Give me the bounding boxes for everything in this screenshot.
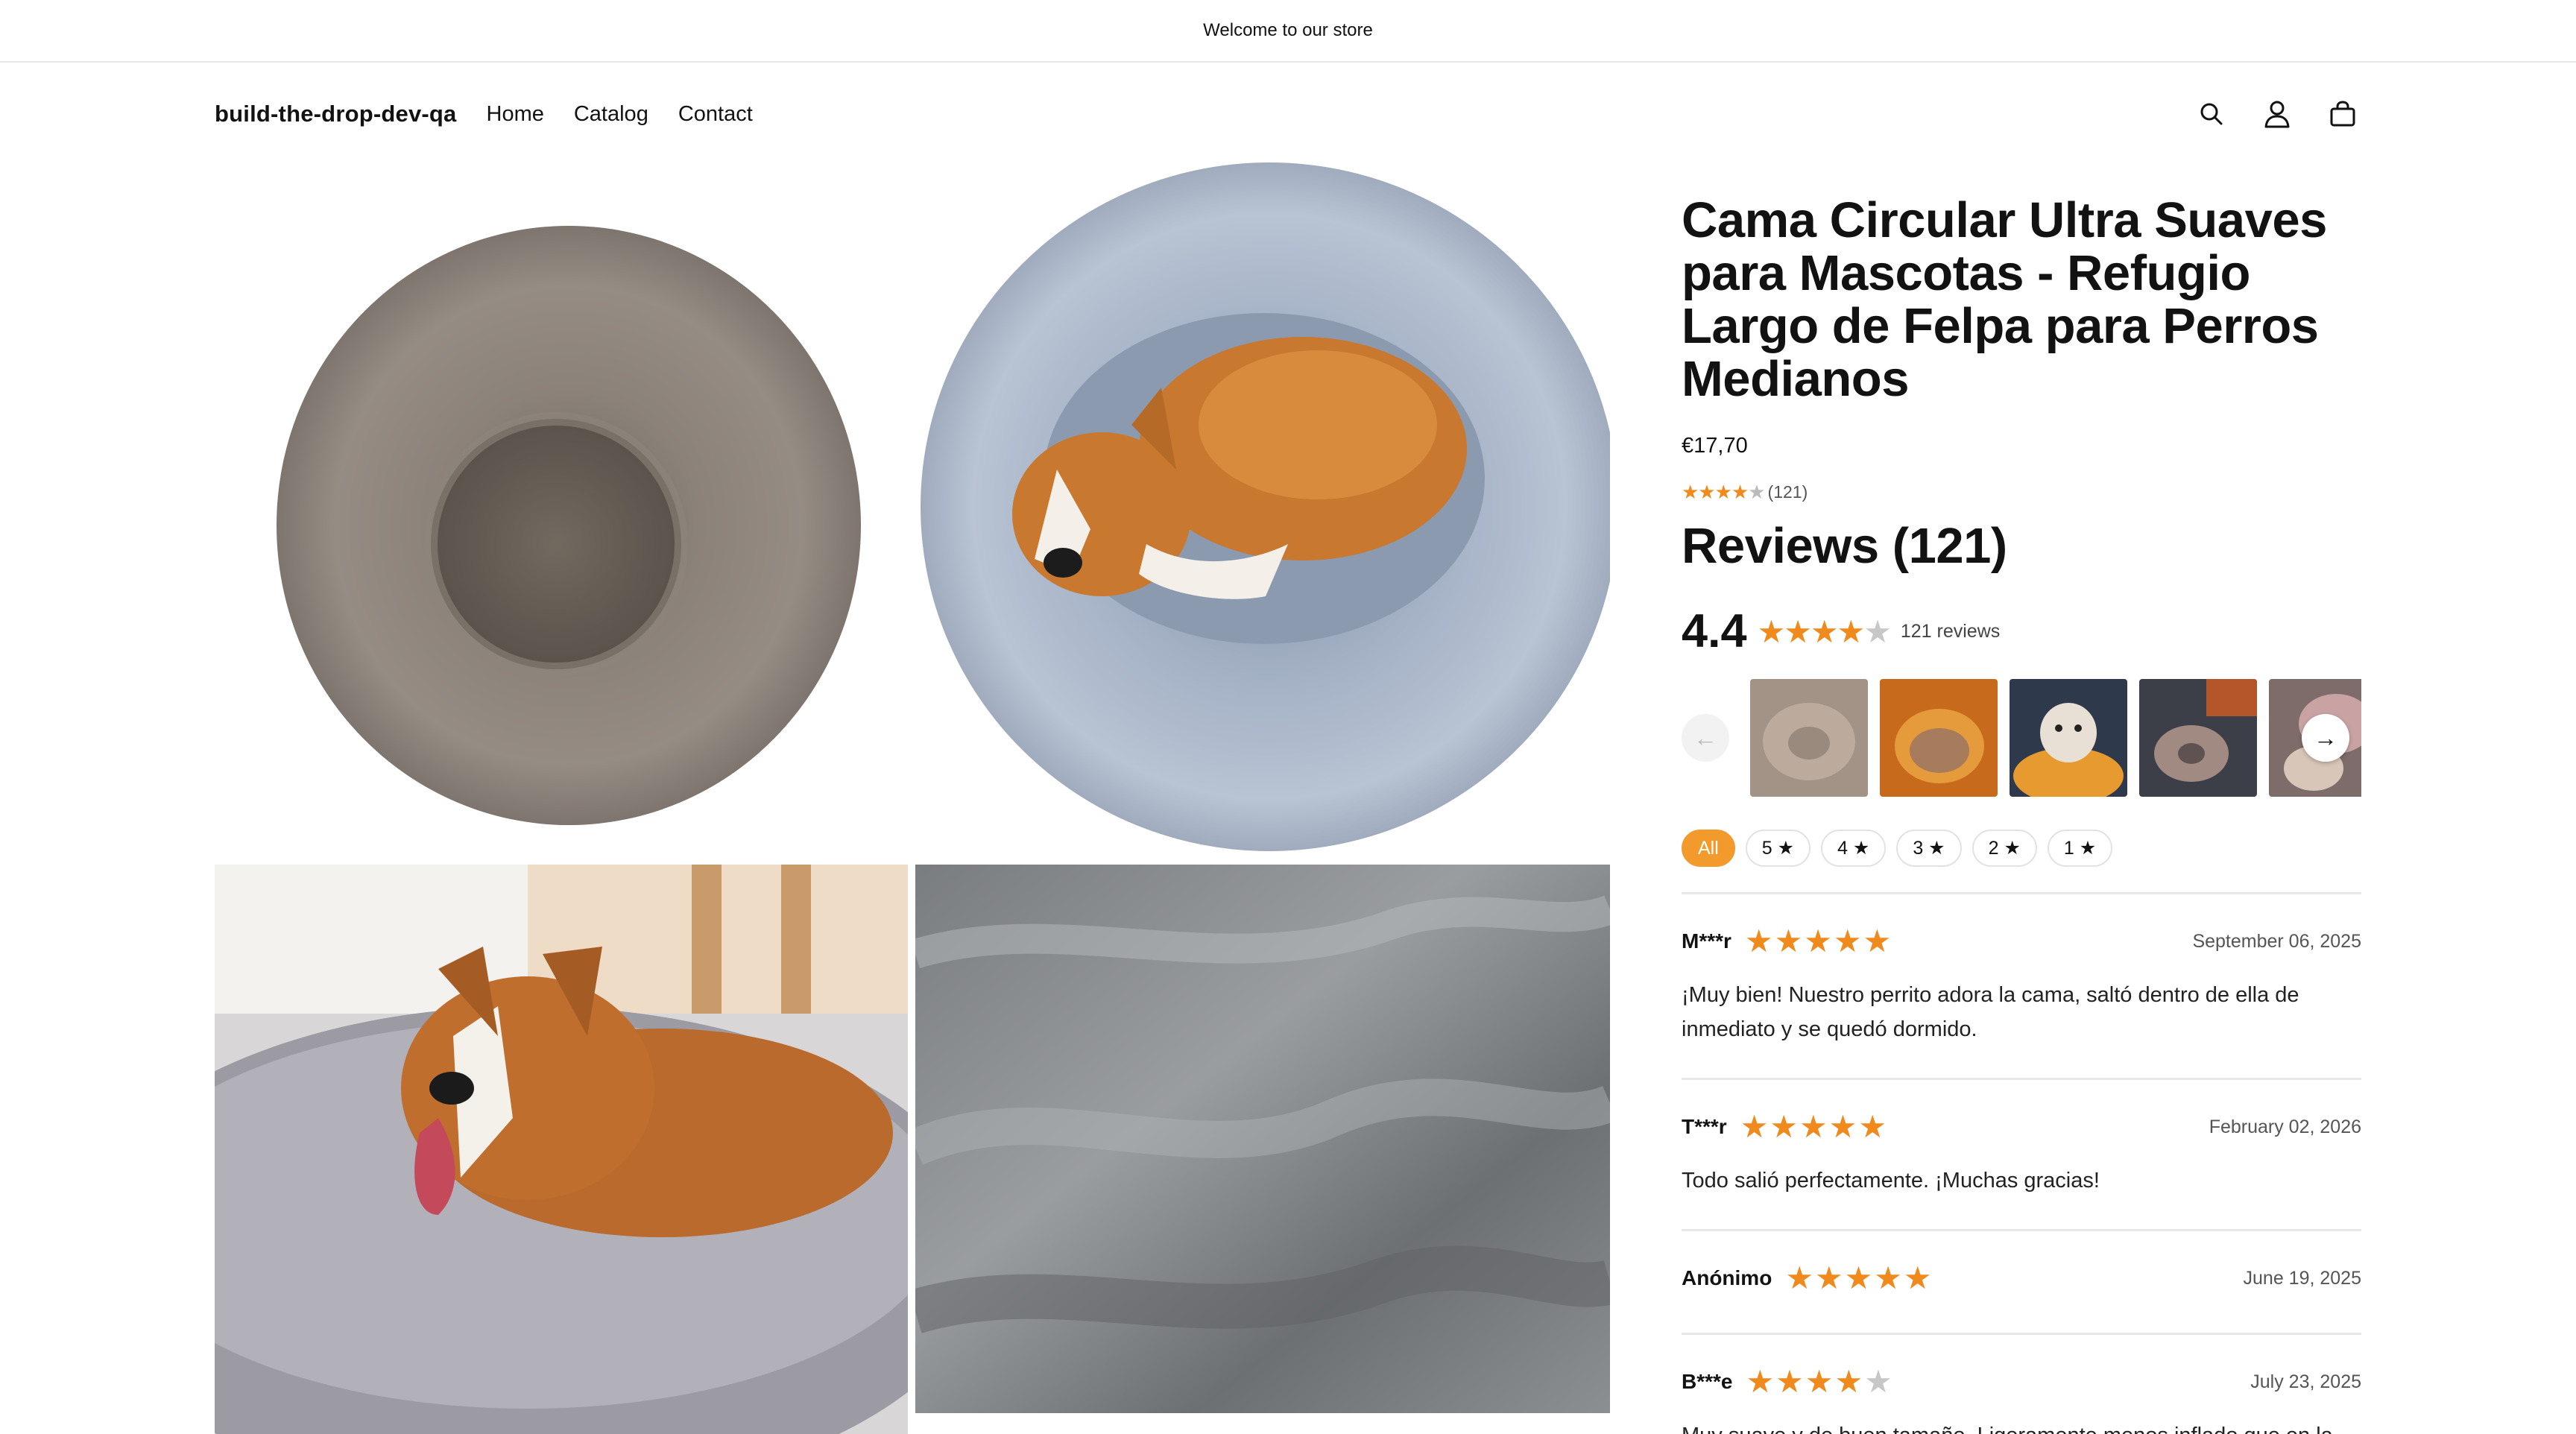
brand-logo[interactable]: build-the-drop-dev-qa <box>215 101 457 127</box>
product-price: €17,70 <box>1682 434 1748 458</box>
product-info: Cama Circular Ultra Suaves para Mascotas… <box>1682 194 2361 1434</box>
review-date: June 19, 2025 <box>2243 1267 2361 1289</box>
announcement-text: Welcome to our store <box>1203 20 1373 40</box>
account-icon[interactable] <box>2258 95 2296 133</box>
announcement-bar: Welcome to our store <box>0 0 2576 63</box>
average-rating: 4.4 <box>1682 605 1747 657</box>
filter-5-star[interactable]: 5 ★ <box>1745 830 1811 867</box>
product-title: Cama Circular Ultra Suaves para Mascotas… <box>1682 192 2327 407</box>
arrow-right-icon[interactable]: → <box>2302 714 2349 762</box>
review-stars: ★★★★★ <box>1746 1364 1894 1399</box>
gallery-image-happy-corgi[interactable] <box>215 865 908 1434</box>
review-item: M***r ★★★★★ September 06, 2025 ¡Muy bien… <box>1682 894 2361 1080</box>
review-body: ¡Muy bien! Nuestro perrito adora la cama… <box>1682 983 2299 1041</box>
arrow-left-icon[interactable]: ← <box>1682 714 1729 762</box>
review-body: Todo salió perfectamente. ¡Muchas gracia… <box>1682 1169 2100 1193</box>
reviews-count: 121 reviews <box>1900 620 2001 642</box>
rating-filters: All 5 ★ 4 ★ 3 ★ 2 ★ 1 ★ <box>1682 830 2361 867</box>
review-author: Anónimo <box>1682 1266 1772 1289</box>
nav-contact[interactable]: Contact <box>678 102 753 127</box>
cart-icon[interactable] <box>2324 95 2361 133</box>
review-author: B***e <box>1682 1370 1733 1393</box>
rating-stars: ★★★★★ <box>1682 481 1766 503</box>
search-icon[interactable] <box>2193 95 2230 133</box>
filter-all[interactable]: All <box>1682 830 1735 867</box>
review-item: B***e ★★★★★ July 23, 2025 Muy suave y de… <box>1682 1335 2361 1434</box>
review-photo[interactable] <box>2010 679 2127 797</box>
filter-1-star[interactable]: 1 ★ <box>2047 830 2113 867</box>
gallery-image-fur-closeup[interactable] <box>915 865 1610 1413</box>
product-gallery <box>215 157 1610 1434</box>
review-date: February 02, 2026 <box>2209 1116 2361 1137</box>
review-list: M***r ★★★★★ September 06, 2025 ¡Muy bien… <box>1682 892 2361 1434</box>
review-item: T***r ★★★★★ February 02, 2026 Todo salió… <box>1682 1080 2361 1231</box>
review-body: Muy suave y de buen tamaño. Ligeramente … <box>1682 1418 2361 1434</box>
rating-count: (121) <box>1767 482 1808 502</box>
product-rating[interactable]: ★★★★★ (121) <box>1682 481 2361 504</box>
review-photo[interactable] <box>2139 679 2257 797</box>
nav-home[interactable]: Home <box>487 102 544 127</box>
review-photo[interactable] <box>1880 679 1998 797</box>
review-photo[interactable] <box>1750 679 1868 797</box>
review-author: T***r <box>1682 1115 1727 1138</box>
gallery-image-corgi-in-bed[interactable] <box>915 157 1610 861</box>
review-item: Anónimo ★★★★★ June 19, 2025 <box>1682 1231 2361 1335</box>
header-icons <box>2193 95 2361 133</box>
gallery-image-brown-bed[interactable] <box>215 157 908 861</box>
nav-catalog[interactable]: Catalog <box>574 102 648 127</box>
filter-4-star[interactable]: 4 ★ <box>1821 830 1887 867</box>
reviews-summary: 4.4 ★★★★★ 121 reviews <box>1682 604 2361 658</box>
review-date: September 06, 2025 <box>2192 930 2361 952</box>
review-stars: ★★★★★ <box>1785 1260 1933 1295</box>
filter-2-star[interactable]: 2 ★ <box>1972 830 2037 867</box>
review-stars: ★★★★★ <box>1740 1109 1888 1144</box>
main-nav: Home Catalog Contact <box>487 102 783 127</box>
review-author: M***r <box>1682 929 1731 953</box>
review-photos-carousel: ← → <box>1682 679 2361 797</box>
site-header: build-the-drop-dev-qa Home Catalog Conta… <box>215 88 2361 140</box>
filter-3-star[interactable]: 3 ★ <box>1896 830 1962 867</box>
average-stars: ★★★★★ <box>1757 613 1892 649</box>
review-date: July 23, 2025 <box>2250 1371 2361 1392</box>
review-stars: ★★★★★ <box>1744 923 1893 958</box>
reviews-heading: Reviews (121) <box>1682 518 2007 574</box>
